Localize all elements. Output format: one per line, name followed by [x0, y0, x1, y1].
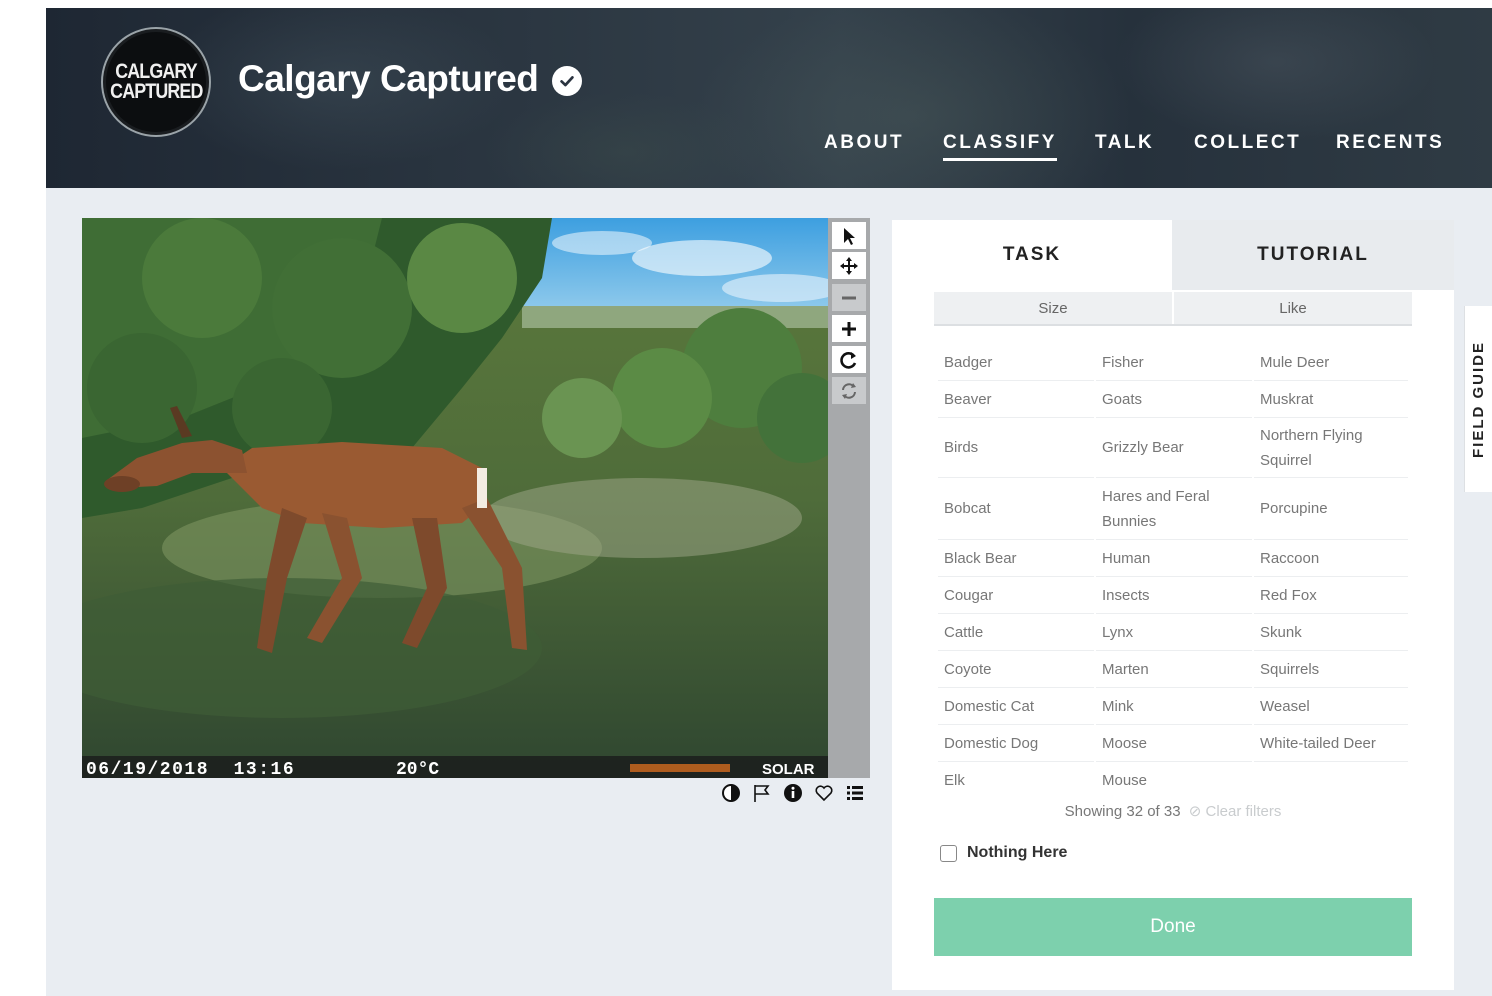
species-hares-and-feral-bunnies[interactable]: Hares and Feral Bunnies: [1096, 478, 1252, 540]
species-weasel[interactable]: Weasel: [1254, 688, 1408, 725]
tab-tutorial[interactable]: TUTORIAL: [1172, 220, 1454, 290]
task-panel: TASK TUTORIAL Size Like Badger Beaver Bi…: [892, 220, 1454, 990]
heart-icon[interactable]: [813, 782, 835, 804]
site-logo[interactable]: CALGARY CAPTURED: [101, 27, 211, 137]
species-mule-deer[interactable]: Mule Deer: [1254, 344, 1408, 381]
filter-size-button[interactable]: Size: [934, 292, 1172, 324]
species-mouse[interactable]: Mouse: [1096, 762, 1252, 799]
reset-icon[interactable]: [832, 377, 866, 404]
species-coyote[interactable]: Coyote: [938, 651, 1094, 688]
logo-line-1: CALGARY: [115, 60, 198, 83]
rotate-icon[interactable]: [832, 346, 866, 373]
collections-icon[interactable]: [844, 782, 866, 804]
species-filters: Size Like: [934, 292, 1412, 326]
tab-task[interactable]: TASK: [892, 220, 1172, 290]
contrast-icon[interactable]: [720, 782, 742, 804]
photo-temperature: 20°C: [396, 760, 439, 778]
checkbox-box[interactable]: [940, 844, 957, 862]
species-mink[interactable]: Mink: [1096, 688, 1252, 725]
move-icon[interactable]: [832, 252, 866, 279]
species-count: Showing 32 of 33 ⊘ Clear filters: [892, 802, 1454, 820]
camera-brand: SOLAR: [762, 761, 815, 778]
field-guide-label: FIELD GUIDE: [1470, 340, 1488, 458]
species-birds[interactable]: Birds: [938, 418, 1094, 478]
species-raccoon[interactable]: Raccoon: [1254, 540, 1408, 577]
species-red-fox[interactable]: Red Fox: [1254, 577, 1408, 614]
species-insects[interactable]: Insects: [1096, 577, 1252, 614]
nav-talk[interactable]: TALK: [1095, 132, 1154, 154]
species-goats[interactable]: Goats: [1096, 381, 1252, 418]
page: CALGARY CAPTURED Calgary Captured ABOUT …: [46, 8, 1492, 996]
species-lynx[interactable]: Lynx: [1096, 614, 1252, 651]
species-badger[interactable]: Badger: [938, 344, 1094, 381]
species-grizzly-bear[interactable]: Grizzly Bear: [1096, 418, 1252, 478]
verified-badge-icon: [552, 66, 582, 96]
subject-actions: [720, 782, 866, 804]
species-cougar[interactable]: Cougar: [938, 577, 1094, 614]
clear-filters-label: Clear filters: [1205, 803, 1282, 820]
zoom-in-icon[interactable]: [832, 315, 866, 342]
species-domestic-dog[interactable]: Domestic Dog: [938, 725, 1094, 762]
species-white-tailed-deer[interactable]: White-tailed Deer: [1254, 725, 1408, 762]
species-moose[interactable]: Moose: [1096, 725, 1252, 762]
subject-viewer: 06/19/2018 13:16 20°C SOLAR: [82, 218, 870, 778]
project-title[interactable]: Calgary Captured: [238, 58, 539, 100]
species-marten[interactable]: Marten: [1096, 651, 1252, 688]
species-skunk[interactable]: Skunk: [1254, 614, 1408, 651]
species-black-bear[interactable]: Black Bear: [938, 540, 1094, 577]
filter-like-button[interactable]: Like: [1174, 292, 1412, 324]
species-elk[interactable]: Elk: [938, 762, 1094, 799]
nothing-here-label: Nothing Here: [967, 844, 1068, 861]
species-porcupine[interactable]: Porcupine: [1254, 478, 1408, 540]
flag-icon[interactable]: [751, 782, 773, 804]
species-northern-flying-squirrel[interactable]: Northern Flying Squirrel: [1254, 418, 1408, 478]
species-cattle[interactable]: Cattle: [938, 614, 1094, 651]
pointer-icon[interactable]: [832, 222, 866, 249]
nav-collect[interactable]: COLLECT: [1194, 132, 1301, 154]
logo-line-2: CAPTURED: [109, 80, 203, 103]
nav-classify[interactable]: CLASSIFY: [943, 132, 1057, 161]
site-header: CALGARY CAPTURED Calgary Captured ABOUT …: [46, 8, 1492, 188]
species-human[interactable]: Human: [1096, 540, 1252, 577]
clear-filters-link[interactable]: ⊘ Clear filters: [1189, 803, 1282, 820]
done-button[interactable]: Done: [934, 898, 1412, 956]
subject-image[interactable]: 06/19/2018 13:16 20°C SOLAR: [82, 218, 828, 778]
image-toolbar: [828, 218, 870, 778]
species-bobcat[interactable]: Bobcat: [938, 478, 1094, 540]
species-beaver[interactable]: Beaver: [938, 381, 1094, 418]
nav-recents[interactable]: RECENTS: [1336, 132, 1444, 154]
field-guide-tab[interactable]: FIELD GUIDE: [1464, 306, 1492, 492]
species-domestic-cat[interactable]: Domestic Cat: [938, 688, 1094, 725]
nav-about[interactable]: ABOUT: [824, 132, 904, 154]
species-muskrat[interactable]: Muskrat: [1254, 381, 1408, 418]
species-squirrels[interactable]: Squirrels: [1254, 651, 1408, 688]
species-fisher[interactable]: Fisher: [1096, 344, 1252, 381]
showing-text: Showing 32 of 33: [1064, 803, 1181, 820]
zoom-out-icon[interactable]: [832, 284, 866, 311]
photo-timestamp: 06/19/2018 13:16: [86, 760, 295, 778]
info-icon[interactable]: [782, 782, 804, 804]
nothing-here-checkbox[interactable]: Nothing Here: [940, 844, 1067, 862]
